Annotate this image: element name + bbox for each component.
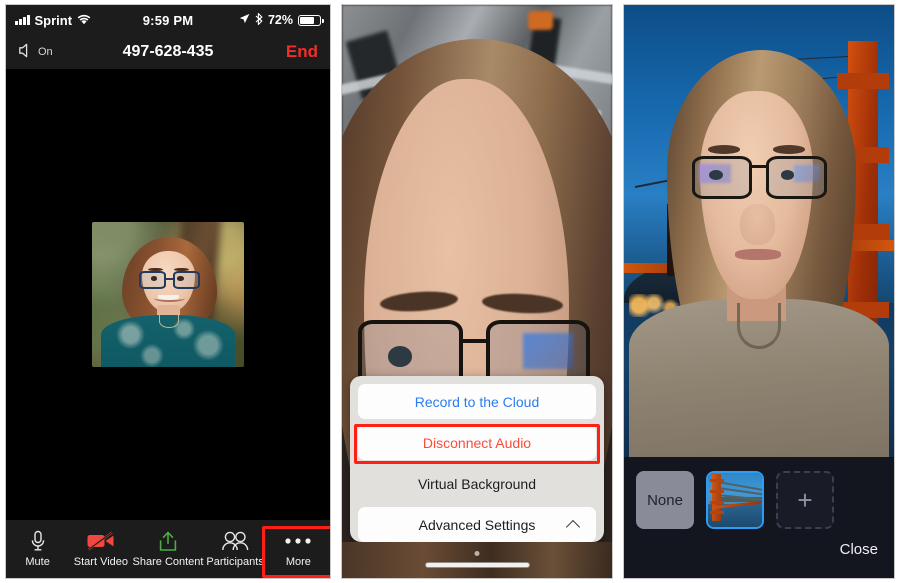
status-bar-right: 72%: [239, 11, 324, 28]
battery-icon: [298, 14, 324, 26]
plus-icon: +: [797, 485, 813, 515]
meeting-top-bar: On 497-628-435 End: [6, 35, 330, 69]
toolbar-item-mute[interactable]: Mute: [6, 520, 69, 578]
golden-gate-thumbnail-image: [708, 473, 762, 527]
phone-panel-action-sheet: Record to the Cloud Disconnect Audio Vir…: [336, 0, 618, 583]
background-option-none[interactable]: None: [636, 471, 694, 529]
toolbar-label-participants: Participants: [206, 556, 264, 568]
toolbar-label-share-content: Share Content: [132, 556, 204, 568]
sheet-item-advanced-settings[interactable]: Advanced Settings: [358, 507, 596, 542]
toolbar-item-participants[interactable]: Participants: [203, 520, 266, 578]
microphone-icon: [29, 530, 47, 552]
phone-screen-2: Record to the Cloud Disconnect Audio Vir…: [341, 4, 613, 579]
location-arrow-icon: [239, 13, 250, 27]
sheet-item-record-to-cloud[interactable]: Record to the Cloud: [358, 384, 596, 419]
participant-video-thumbnail[interactable]: [92, 222, 244, 367]
participant-photo: [92, 222, 244, 367]
speaker-state-label: On: [38, 46, 53, 58]
meeting-id-label: 497-628-435: [122, 43, 214, 60]
background-option-none-label: None: [647, 491, 683, 509]
more-dots-icon: [283, 530, 313, 552]
end-meeting-button[interactable]: End: [286, 42, 318, 62]
battery-percent-label: 72%: [267, 13, 293, 27]
share-upload-icon: [158, 530, 178, 552]
toolbar-item-more[interactable]: More: [267, 520, 330, 578]
phone-panel-in-meeting: Sprint 9:59 PM 72% On 497-628-435 End Mu…: [0, 0, 336, 583]
toolbar-label-start-video: Start Video: [73, 556, 129, 568]
sheet-label-disconnect-audio: Disconnect Audio: [422, 434, 532, 451]
page-dot-icon: [474, 551, 480, 556]
ios-status-bar: Sprint 9:59 PM 72%: [6, 5, 330, 35]
virtual-background-chooser-bar: None + Close: [624, 457, 894, 578]
chevron-up-icon: [565, 519, 581, 534]
more-action-sheet: Record to the Cloud Disconnect Audio Vir…: [350, 376, 604, 542]
speaker-toggle[interactable]: On: [18, 43, 53, 61]
video-stage[interactable]: [6, 69, 330, 520]
phone-screen-3: None + Close: [623, 4, 895, 579]
signal-bars-icon: [15, 15, 30, 25]
three-phone-screenshots: Sprint 9:59 PM 72% On 497-628-435 End Mu…: [0, 0, 900, 583]
sheet-label-advanced-settings: Advanced Settings: [418, 516, 536, 533]
meeting-bottom-toolbar: Mute Start Video Share Content Participa…: [6, 520, 330, 578]
camera-off-icon: [86, 530, 116, 552]
sheet-item-virtual-background[interactable]: Virtual Background: [358, 466, 596, 501]
virtual-background-preview: [624, 5, 894, 457]
toolbar-label-mute: Mute: [25, 556, 50, 568]
sheet-item-disconnect-audio[interactable]: Disconnect Audio: [358, 425, 596, 460]
status-bar-left: Sprint: [15, 13, 91, 28]
carrier-label: Sprint: [34, 12, 73, 28]
participants-icon: [221, 530, 249, 552]
background-option-golden-gate[interactable]: [706, 471, 764, 529]
background-option-add[interactable]: +: [776, 471, 834, 529]
home-indicator-bar[interactable]: [424, 562, 530, 568]
wifi-icon: [77, 13, 91, 28]
sheet-label-record-to-cloud: Record to the Cloud: [414, 393, 540, 410]
sheet-label-virtual-background: Virtual Background: [417, 475, 537, 492]
phone-panel-virtual-background: None + Close: [618, 0, 900, 583]
toolbar-item-share-content[interactable]: Share Content: [132, 520, 204, 578]
speaker-icon: [18, 43, 34, 61]
bluetooth-icon: [255, 11, 263, 28]
eyeglasses: [139, 271, 200, 289]
home-indicator-area: [342, 542, 612, 578]
close-button[interactable]: Close: [840, 541, 878, 558]
background-options-list: None +: [636, 471, 882, 529]
toolbar-item-start-video[interactable]: Start Video: [69, 520, 132, 578]
toolbar-label-more: More: [285, 556, 311, 568]
phone-screen-1: Sprint 9:59 PM 72% On 497-628-435 End Mu…: [5, 4, 331, 579]
